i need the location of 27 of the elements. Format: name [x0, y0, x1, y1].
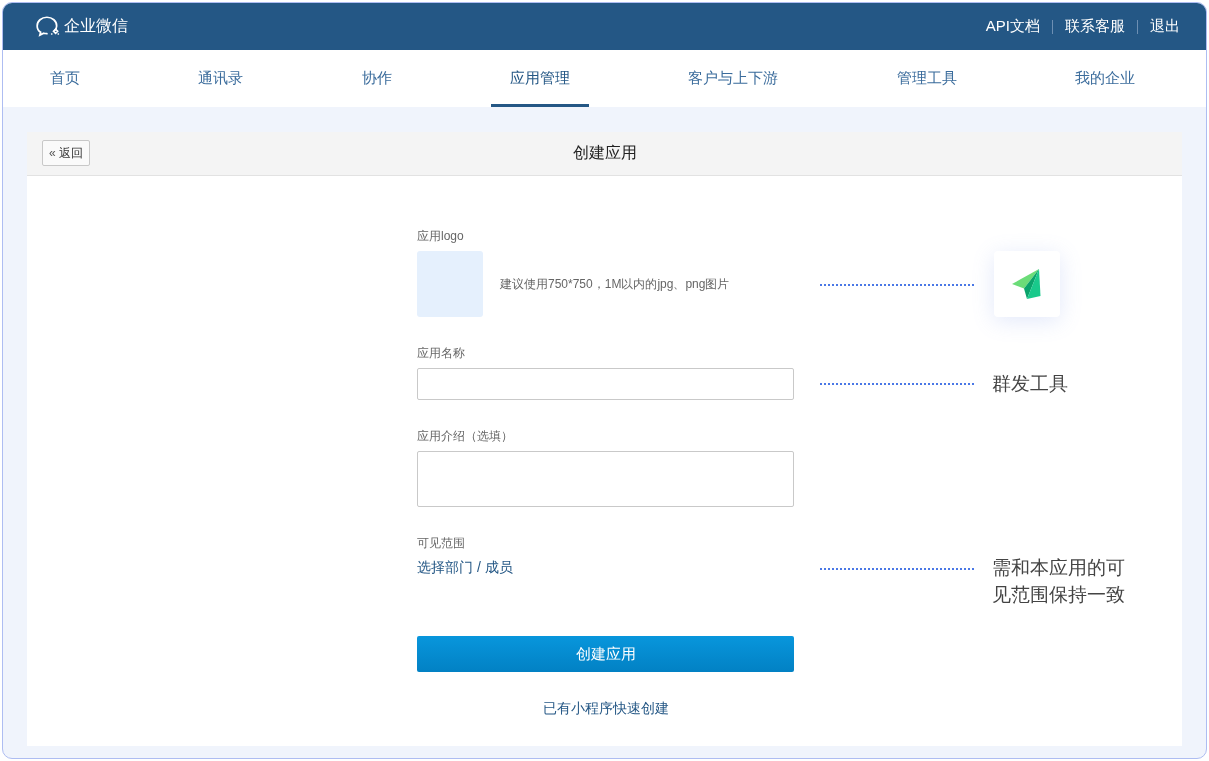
annotation-text: 需和本应用的可见范围保持一致 [992, 556, 1126, 607]
header-link[interactable]: API文档 [985, 17, 1040, 36]
field-label: 应用logo [417, 228, 465, 244]
nav-tab[interactable]: 客户与上下游 [669, 50, 798, 107]
field-label: 应用介绍（选填） [417, 428, 514, 444]
page-title: 创建应用 [572, 143, 637, 163]
nav-tab[interactable]: 通讯录 [179, 50, 263, 107]
nav-tab[interactable]: 首页 [31, 50, 99, 107]
logo-upload-box[interactable] [417, 251, 483, 317]
nav-tab[interactable]: 协作 [342, 50, 411, 107]
description-input-field[interactable] [417, 451, 794, 507]
nav-tab[interactable]: 我的企业 [1055, 50, 1154, 107]
name-input-field[interactable] [417, 368, 794, 400]
field-label: 应用名称 [417, 345, 466, 361]
header-link[interactable]: 退出 [1150, 17, 1180, 36]
quick-create-link[interactable]: 已有小程序快速创建 [542, 700, 669, 716]
field-label: 可见范围 [417, 535, 466, 551]
brand-name: 企业微信 [64, 16, 128, 36]
create-app-button[interactable]: 创建应用 [417, 636, 794, 672]
select-members-link[interactable]: 选择部门 / 成员 [417, 559, 513, 577]
header-link[interactable]: 联系客服 [1065, 17, 1125, 36]
upload-hint: 建议使用750*750，1M以内的jpg、png图片 [500, 275, 730, 293]
nav-tab[interactable]: 管理工具 [877, 50, 976, 107]
chat-bubble-icon [35, 14, 61, 39]
annotation-text: 群发工具 [992, 372, 1069, 396]
nav-tab[interactable]: 应用管理 [491, 50, 589, 107]
back-button[interactable]: « 返回 [42, 140, 91, 166]
